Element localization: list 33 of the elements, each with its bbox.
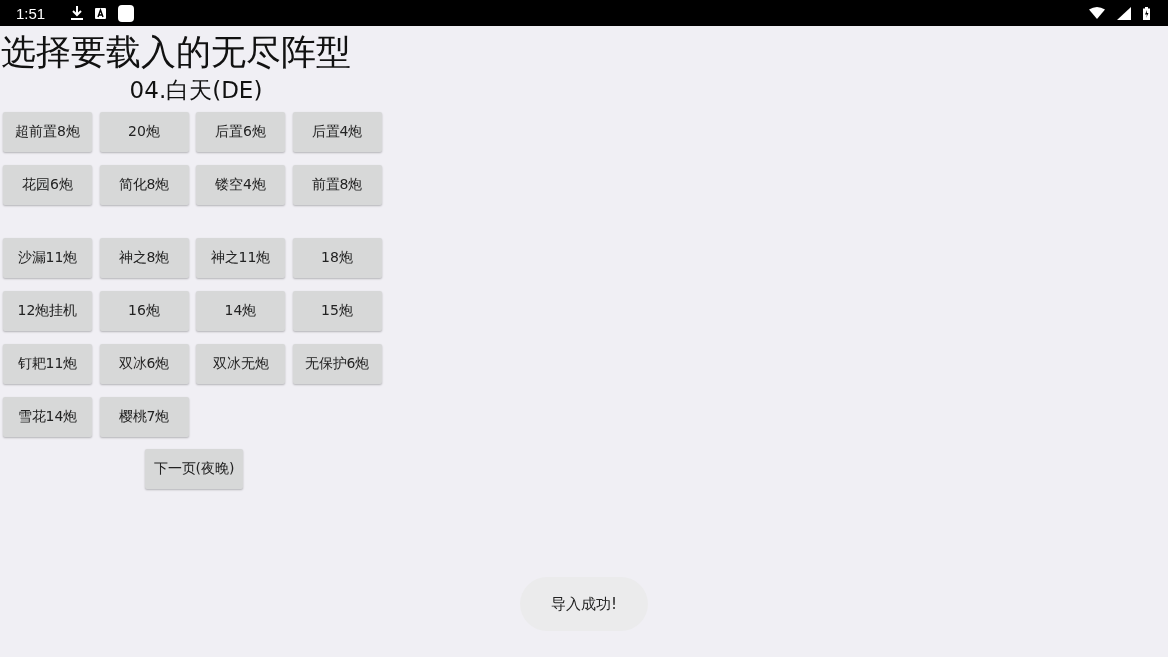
formation-button[interactable]: 神之8炮 (99, 238, 189, 278)
signal-icon (1117, 6, 1131, 20)
formation-button[interactable]: 镂空4炮 (196, 165, 285, 205)
formation-button[interactable]: 20炮 (99, 112, 189, 152)
status-time: 1:51 (16, 4, 46, 22)
formation-button[interactable]: 后置6炮 (196, 112, 285, 152)
formation-button[interactable]: 无保护6炮 (292, 344, 382, 384)
formation-button[interactable]: 18炮 (292, 238, 382, 278)
formation-button[interactable]: 双冰无炮 (196, 344, 285, 384)
download-icon (71, 6, 84, 20)
notification-square-icon (118, 4, 135, 22)
formation-button[interactable]: 14炮 (196, 291, 285, 331)
formation-button[interactable]: 沙漏11炮 (3, 238, 92, 278)
formation-button[interactable]: 12炮挂机 (3, 291, 92, 331)
formation-button[interactable]: 15炮 (292, 291, 382, 331)
formation-button[interactable]: 樱桃7炮 (99, 397, 189, 437)
formation-button[interactable]: 前置8炮 (292, 165, 382, 205)
formation-button[interactable]: 超前置8炮 (3, 112, 92, 152)
page-title: 选择要载入的无尽阵型 (1, 31, 352, 74)
page-subtitle: 04.白天(DE) (129, 76, 263, 105)
formation-button[interactable]: 雪花14炮 (3, 397, 92, 437)
next-page-button[interactable]: 下一页(夜晚) (145, 449, 243, 489)
formation-button[interactable]: 16炮 (99, 291, 189, 331)
battery-charging-icon (1143, 6, 1150, 20)
formation-button[interactable]: 简化8炮 (99, 165, 189, 205)
formation-button[interactable]: 钉耙11炮 (3, 344, 92, 384)
formation-button[interactable]: 花园6炮 (3, 165, 92, 205)
formation-button[interactable]: 后置4炮 (292, 112, 382, 152)
toast-message: 导入成功! (520, 577, 648, 631)
wifi-icon (1089, 7, 1105, 19)
letter-a-icon (95, 7, 107, 19)
formation-button[interactable]: 双冰6炮 (99, 344, 189, 384)
formation-button[interactable]: 神之11炮 (196, 238, 285, 278)
